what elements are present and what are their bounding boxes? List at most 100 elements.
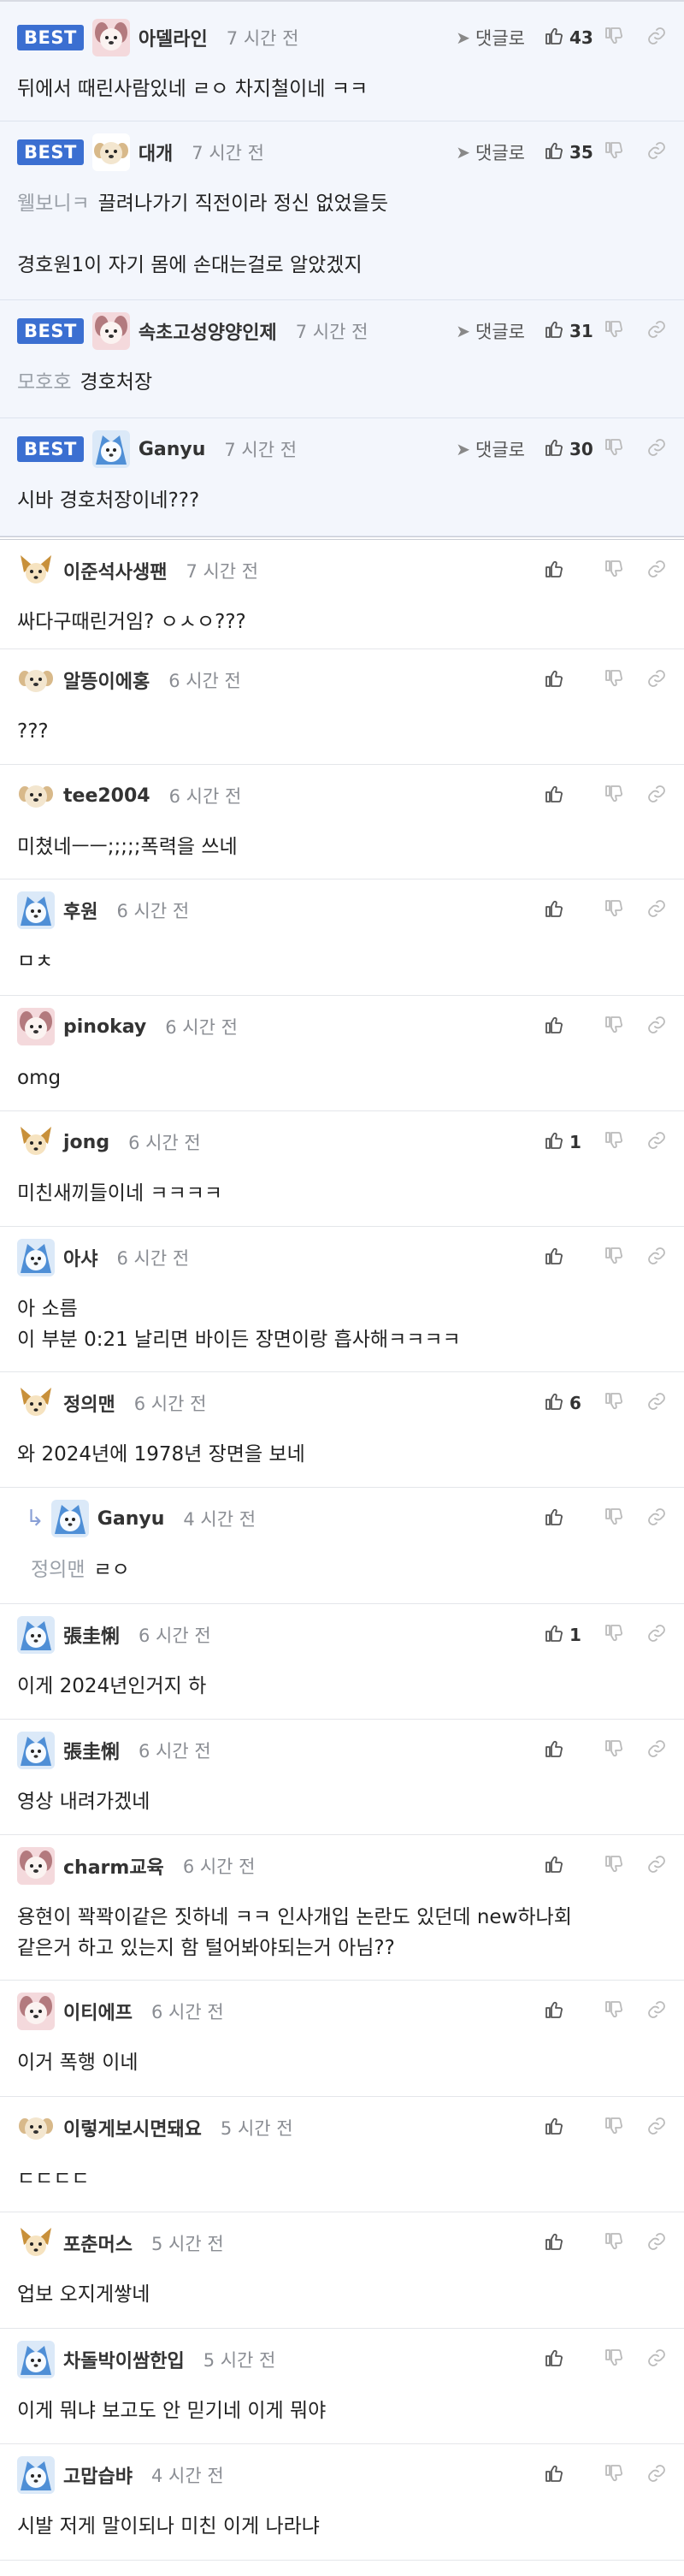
dislike-button[interactable] xyxy=(604,1130,624,1154)
dislike-button[interactable] xyxy=(604,2348,624,2372)
like-button[interactable]: 1 xyxy=(544,1130,592,1154)
link-share-button[interactable] xyxy=(646,898,667,922)
reply-button[interactable]: ➤ 댓글로 xyxy=(456,139,525,165)
link-share-button[interactable] xyxy=(646,1507,667,1531)
nickname[interactable]: 張圭悧 xyxy=(63,1621,120,1649)
like-button[interactable]: 6 xyxy=(544,1391,592,1415)
link-share-button[interactable] xyxy=(646,1130,667,1154)
avatar[interactable] xyxy=(17,1732,55,1769)
nickname[interactable]: 포춘머스 xyxy=(63,2230,133,2257)
like-button[interactable] xyxy=(544,2231,592,2255)
avatar[interactable] xyxy=(17,1239,55,1276)
link-share-button[interactable] xyxy=(646,668,667,692)
avatar[interactable] xyxy=(17,2109,55,2147)
avatar[interactable] xyxy=(17,2456,55,2494)
like-button[interactable] xyxy=(544,559,592,583)
dislike-button[interactable] xyxy=(604,2231,624,2255)
like-button[interactable] xyxy=(544,668,592,692)
avatar[interactable] xyxy=(17,1123,55,1161)
mention-tag[interactable]: 모호호 xyxy=(17,371,71,394)
link-share-button[interactable] xyxy=(646,1738,667,1762)
dislike-button[interactable] xyxy=(604,26,624,50)
link-share-button[interactable] xyxy=(646,2116,667,2140)
nickname[interactable]: Ganyu xyxy=(97,1508,165,1530)
dislike-button[interactable] xyxy=(604,1246,624,1270)
like-button[interactable]: 43 xyxy=(544,26,593,50)
avatar[interactable] xyxy=(91,133,130,171)
link-share-button[interactable] xyxy=(646,26,667,50)
like-button[interactable] xyxy=(544,784,592,808)
dislike-button[interactable] xyxy=(604,559,624,583)
link-share-button[interactable] xyxy=(646,1854,667,1878)
link-share-button[interactable] xyxy=(646,2463,667,2487)
link-share-button[interactable] xyxy=(646,319,667,343)
like-button[interactable] xyxy=(544,2116,592,2140)
dislike-button[interactable] xyxy=(604,1738,624,1762)
nickname[interactable]: Ganyu xyxy=(139,439,206,460)
nickname[interactable]: 張圭悧 xyxy=(63,1737,120,1764)
like-button[interactable] xyxy=(544,1246,592,1270)
nickname[interactable]: pinokay xyxy=(63,1016,146,1038)
like-button[interactable]: 31 xyxy=(544,319,593,343)
like-button[interactable] xyxy=(544,2348,592,2372)
nickname[interactable]: charm교육 xyxy=(63,1852,164,1880)
avatar[interactable] xyxy=(91,430,130,468)
link-share-button[interactable] xyxy=(646,1999,667,2023)
link-share-button[interactable] xyxy=(646,559,667,583)
nickname[interactable]: 아델라인 xyxy=(139,24,208,51)
link-share-button[interactable] xyxy=(646,1015,667,1039)
dislike-button[interactable] xyxy=(604,2463,624,2487)
nickname[interactable]: 후원 xyxy=(63,897,97,924)
avatar[interactable] xyxy=(17,1008,55,1045)
nickname[interactable]: 이렇게보시면돼요 xyxy=(63,2114,202,2141)
dislike-button[interactable] xyxy=(604,784,624,808)
link-share-button[interactable] xyxy=(646,1246,667,1270)
like-button[interactable] xyxy=(544,1854,592,1878)
dislike-button[interactable] xyxy=(604,140,624,164)
avatar[interactable] xyxy=(17,891,55,929)
link-share-button[interactable] xyxy=(646,2231,667,2255)
like-button[interactable] xyxy=(544,2463,592,2487)
nickname[interactable]: 고맙습뱌 xyxy=(63,2461,133,2489)
nickname[interactable]: 대개 xyxy=(139,139,173,166)
link-share-button[interactable] xyxy=(646,1623,667,1647)
dislike-button[interactable] xyxy=(604,668,624,692)
avatar[interactable] xyxy=(50,1500,89,1537)
link-share-button[interactable] xyxy=(646,2348,667,2372)
avatar[interactable] xyxy=(91,19,130,56)
nickname[interactable]: 알뜽이에홍 xyxy=(63,666,150,694)
link-share-button[interactable] xyxy=(646,784,667,808)
like-button[interactable] xyxy=(544,1738,592,1762)
reply-button[interactable]: ➤ 댓글로 xyxy=(456,436,525,462)
dislike-button[interactable] xyxy=(604,437,624,461)
like-button[interactable] xyxy=(544,1015,592,1039)
like-button[interactable]: 35 xyxy=(544,140,593,164)
link-share-button[interactable] xyxy=(646,437,667,461)
dislike-button[interactable] xyxy=(604,1623,624,1647)
dislike-button[interactable] xyxy=(604,2116,624,2140)
nickname[interactable]: 차돌박이쌈한입 xyxy=(63,2346,185,2373)
avatar[interactable] xyxy=(91,312,130,350)
avatar[interactable] xyxy=(17,1616,55,1654)
dislike-button[interactable] xyxy=(604,898,624,922)
like-button[interactable] xyxy=(544,1999,592,2023)
avatar[interactable] xyxy=(17,1993,55,2030)
nickname[interactable]: 속초고성양양인제 xyxy=(139,317,277,345)
dislike-button[interactable] xyxy=(604,1854,624,1878)
nickname[interactable]: 이준석사생팬 xyxy=(63,557,167,584)
dislike-button[interactable] xyxy=(604,1999,624,2023)
avatar[interactable] xyxy=(17,2341,55,2378)
nickname[interactable]: 아샤 xyxy=(63,1244,97,1271)
dislike-button[interactable] xyxy=(604,1015,624,1039)
nickname[interactable]: tee2004 xyxy=(63,785,150,807)
dislike-button[interactable] xyxy=(604,1507,624,1531)
avatar[interactable] xyxy=(17,1847,55,1885)
like-button[interactable]: 1 xyxy=(544,1623,592,1647)
dislike-button[interactable] xyxy=(604,319,624,343)
dislike-button[interactable] xyxy=(604,1391,624,1415)
nickname[interactable]: 정의맨 xyxy=(63,1389,115,1417)
avatar[interactable] xyxy=(17,661,55,699)
link-share-button[interactable] xyxy=(646,140,667,164)
nickname[interactable]: 이티에프 xyxy=(63,1998,133,2025)
mention-tag[interactable]: 정의맨 xyxy=(31,1559,85,1581)
